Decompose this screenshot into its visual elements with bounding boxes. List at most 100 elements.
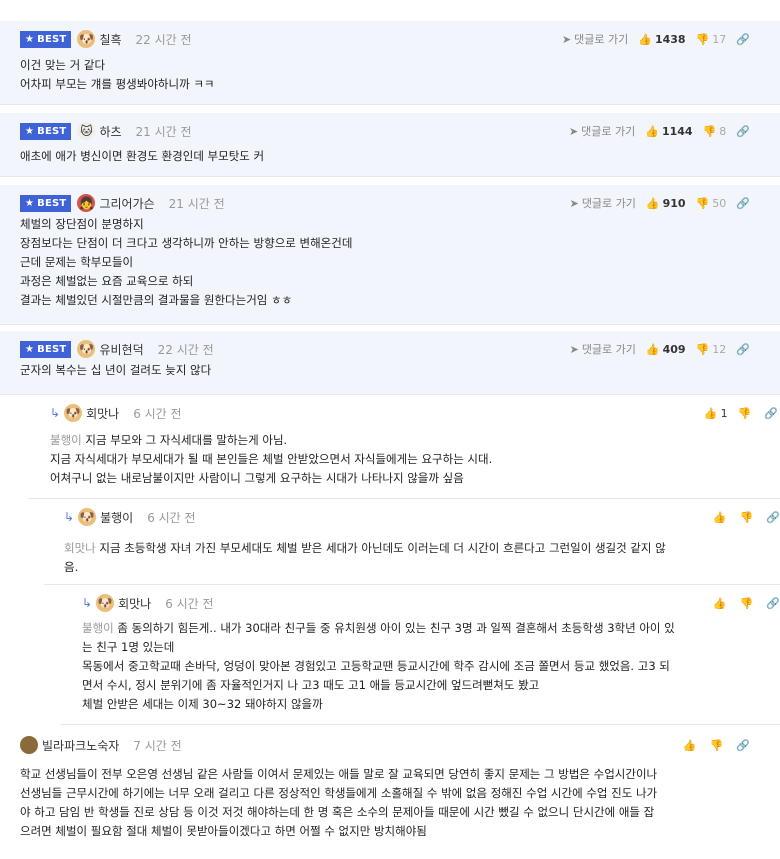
goto-comment-button[interactable]: ➤ 댓글로 가기 <box>562 31 628 47</box>
link-icon[interactable]: 🔗 <box>766 511 780 524</box>
dog-avatar-icon[interactable]: 🐶 <box>77 30 96 48</box>
link-icon[interactable]: 🔗 <box>736 33 750 46</box>
comment-time: 21 시간 전 <box>135 124 192 139</box>
comment-item: 빌라파크노숙자 7 시간 전 👍 👎 🔗 학교 선생님들이 전부 오은영 선생님… <box>0 725 780 849</box>
thumbs-up-icon: 👍 <box>703 406 718 420</box>
reply-arrow-icon: ↳ <box>64 510 75 524</box>
thumbs-up-icon: 👍 <box>638 32 652 46</box>
dog-avatar-icon[interactable]: 🐶 <box>64 404 83 422</box>
comment-time: 22 시간 전 <box>135 32 192 47</box>
goto-comment-button[interactable]: ➤ 댓글로 가기 <box>569 123 635 139</box>
reply-item: ↳ 🐶 불행이 6 시간 전 👍 👎 🔗 회맛나 지금 초등학생 자녀 가진 부… <box>44 499 780 585</box>
author-nickname[interactable]: 회맛나 <box>118 595 151 612</box>
best-badge: ★ BEST <box>20 30 72 48</box>
link-icon[interactable]: 🔗 <box>736 197 750 210</box>
upvote-button[interactable]: 👍 <box>683 739 700 752</box>
dog-avatar-icon[interactable]: 🐶 <box>96 594 115 612</box>
star-icon: ★ <box>25 33 35 45</box>
comment-body: 불행이 지금 부모와 그 자식세대를 말하는게 아님. 지금 자식세대가 부모세… <box>50 433 493 485</box>
mention-link[interactable]: 불행이 <box>82 621 114 635</box>
comment-item: ★ BEST 🐶 유비현덕 22 시간 전 ➤ 댓글로 가기 👍 409 👎 12 🔗 … <box>0 331 780 395</box>
author-nickname[interactable]: 하츠 <box>99 123 121 140</box>
downvote-button[interactable]: 👎 <box>740 511 757 524</box>
comment-body: 이건 맞는 거 같다 어차피 부모는 걔를 평생봐야하니까 ㅋㅋ <box>20 58 215 91</box>
downvote-button[interactable]: 👎 50 <box>696 197 727 210</box>
mention-link[interactable]: 회맛나 <box>64 541 96 555</box>
comment-time: 21 시간 전 <box>168 196 225 211</box>
upvote-button[interactable]: 👍 1 <box>704 407 728 420</box>
link-icon[interactable]: 🔗 <box>766 597 780 610</box>
star-icon: ★ <box>25 343 35 355</box>
cat-avatar-icon[interactable]: 🐱 <box>77 122 96 140</box>
dog-avatar-icon[interactable]: 🐶 <box>78 508 97 526</box>
thumbs-up-icon: 👍 <box>645 124 659 138</box>
comment-body: 애초에 애가 병신이면 환경도 환경인데 부모탓도 커 <box>20 149 265 163</box>
comment-actions: 👍 👎 🔗 <box>683 735 750 755</box>
thumbs-down-icon: 👎 <box>695 196 710 210</box>
author-nickname[interactable]: 유비현덕 <box>99 341 143 358</box>
author-nickname[interactable]: 불행이 <box>100 509 133 526</box>
upvote-button[interactable]: 👍 409 <box>646 343 686 356</box>
reply-item: ↳ 🐶 회맛나 6 시간 전 👍 1 👎 🔗 불행이 지금 부모와 그 자식세대를… <box>28 395 780 499</box>
comment-time: 6 시간 전 <box>165 596 214 611</box>
author-nickname[interactable]: 빌라파크노숙자 <box>42 737 119 754</box>
upvote-button[interactable]: 👍 1144 <box>645 125 692 138</box>
comment-actions: 👍 👎 🔗 <box>713 507 780 527</box>
comment-header: ★ BEST 🐶 칠흑 22 시간 전 <box>20 29 192 49</box>
reply-arrow-icon: ↳ <box>82 596 93 610</box>
reply-arrow-icon: ↳ <box>50 406 61 420</box>
send-icon: ➤ <box>569 343 579 356</box>
author-nickname[interactable]: 회맛나 <box>86 405 119 422</box>
comment-item: ★ BEST 🐶 칠흑 22 시간 전 ➤ 댓글로 가기 👍 1438 👎 17 🔗 이… <box>0 21 780 105</box>
link-icon[interactable]: 🔗 <box>736 343 750 356</box>
comment-header: ↳ 🐶 불행이 6 시간 전 <box>64 507 196 527</box>
downvote-button[interactable]: 👎 17 <box>696 33 727 46</box>
downvote-button[interactable]: 👎 <box>710 739 727 752</box>
dog-avatar-icon[interactable]: 🐶 <box>77 340 96 358</box>
comment-header: ↳ 🐶 회맛나 6 시간 전 <box>82 593 214 613</box>
downvote-button[interactable]: 👎 12 <box>696 343 727 356</box>
reply-item: ↳ 🐶 회맛나 6 시간 전 👍 👎 🔗 불행이 좀 동의하기 힘든게.. 내가… <box>60 585 780 725</box>
comment-time: 22 시간 전 <box>157 342 214 357</box>
character-avatar-icon[interactable]: 👧 <box>77 194 96 212</box>
upvote-button[interactable]: 👍 <box>713 597 730 610</box>
best-badge: ★ BEST <box>20 194 72 212</box>
default-avatar-icon[interactable] <box>20 736 38 754</box>
author-nickname[interactable]: 칠흑 <box>99 31 121 48</box>
comment-actions: ➤ 댓글로 가기 👍 1144 👎 8 🔗 <box>569 121 750 141</box>
comment-body: 불행이 좀 동의하기 힘든게.. 내가 30대라 친구들 중 유치원생 아이 있… <box>82 621 675 711</box>
comment-header: ★ BEST 🐱 하츠 21 시간 전 <box>20 121 192 141</box>
star-icon: ★ <box>25 197 35 209</box>
send-icon: ➤ <box>561 33 572 46</box>
thumbs-down-icon: 👎 <box>702 124 717 138</box>
downvote-button[interactable]: 👎 <box>738 407 755 420</box>
thumbs-up-icon: 👍 <box>682 738 697 752</box>
comment-actions: ➤ 댓글로 가기 👍 1438 👎 17 🔗 <box>562 29 750 49</box>
goto-comment-button[interactable]: ➤ 댓글로 가기 <box>570 195 636 211</box>
comment-actions: 👍 1 👎 🔗 <box>704 403 778 423</box>
send-icon: ➤ <box>568 125 579 138</box>
thumbs-down-icon: 👎 <box>695 342 710 356</box>
downvote-button[interactable]: 👎 8 <box>703 125 727 138</box>
downvote-button[interactable]: 👎 <box>740 597 757 610</box>
upvote-button[interactable]: 👍 <box>713 511 730 524</box>
comment-item: ★ BEST 🐱 하츠 21 시간 전 ➤ 댓글로 가기 👍 1144 👎 8 🔗 애초… <box>0 113 780 177</box>
thumbs-up-icon: 👍 <box>712 510 727 524</box>
link-icon[interactable]: 🔗 <box>736 739 750 752</box>
thumbs-up-icon: 👍 <box>712 596 727 610</box>
link-icon[interactable]: 🔗 <box>736 125 750 138</box>
upvote-button[interactable]: 👍 910 <box>646 197 686 210</box>
thumbs-down-icon: 👎 <box>695 32 710 46</box>
link-icon[interactable]: 🔗 <box>764 407 778 420</box>
comment-time: 7 시간 전 <box>133 738 182 753</box>
send-icon: ➤ <box>569 197 579 210</box>
upvote-button[interactable]: 👍 1438 <box>638 33 685 46</box>
comment-body: 군자의 복수는 십 년이 걸려도 늦지 않다 <box>20 363 212 377</box>
goto-comment-button[interactable]: ➤ 댓글로 가기 <box>570 341 636 357</box>
comment-body: 학교 선생님들이 전부 오은영 선생님 같은 사람들 이여서 문제있는 애들 말… <box>20 767 658 838</box>
thumbs-up-icon: 👍 <box>645 342 660 356</box>
author-nickname[interactable]: 그리어가슨 <box>99 195 154 212</box>
mention-link[interactable]: 불행이 <box>50 433 82 447</box>
comment-time: 6 시간 전 <box>147 510 196 525</box>
comment-header: ★ BEST 👧 그리어가슨 21 시간 전 <box>20 193 225 213</box>
